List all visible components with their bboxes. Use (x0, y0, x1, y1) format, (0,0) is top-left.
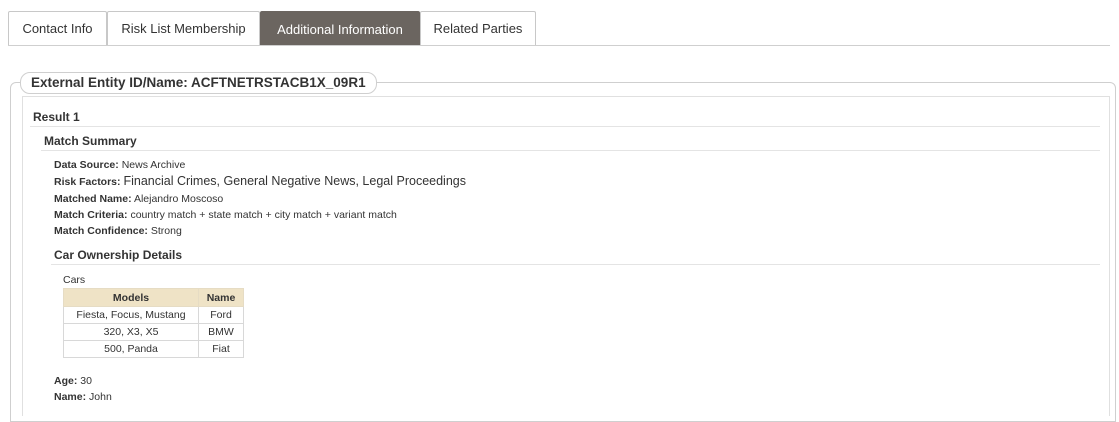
name-cell: Ford (198, 306, 244, 324)
table-row: 500, Panda Fiat (63, 340, 244, 358)
matched-name-value: Alejandro Moscoso (133, 193, 224, 205)
name-cell: BMW (198, 323, 244, 341)
table-row: 320, X3, X5 BMW (63, 323, 244, 341)
age-label: Age: (54, 375, 78, 387)
result-title: Result 1 (33, 110, 80, 124)
match-confidence-label: Match Confidence: (54, 225, 148, 237)
table-row: Fiesta, Focus, Mustang Ford (63, 306, 244, 324)
entity-legend: External Entity ID/Name: ACFTNETRSTACB1X… (20, 72, 377, 94)
name-label: Name: (54, 391, 87, 403)
match-criteria-value: country match + state match + city match… (130, 209, 397, 221)
match-summary-divider (41, 150, 1100, 151)
match-criteria-row: Match Criteria: country match + state ma… (54, 209, 397, 221)
cars-label: Cars (63, 274, 86, 286)
tab-bar: Contact Info Risk List Membership Additi… (0, 0, 1119, 48)
name-cell: Fiat (198, 340, 244, 358)
name-row: Name: John (54, 391, 112, 403)
column-header-models: Models (63, 288, 199, 307)
cars-table: Models Name Fiesta, Focus, Mustang Ford … (63, 288, 244, 358)
matched-name-row: Matched Name: Alejandro Moscoso (54, 193, 223, 205)
risk-factors-row: Risk Factors: Financial Crimes, General … (54, 174, 466, 188)
tab-contact-info[interactable]: Contact Info (8, 11, 107, 45)
car-ownership-heading: Car Ownership Details (54, 248, 183, 262)
car-ownership-divider (51, 264, 1100, 265)
data-source-row: Data Source: News Archive (54, 159, 185, 171)
result-panel (22, 96, 1110, 416)
age-row: Age: 30 (54, 375, 92, 387)
result-divider (30, 126, 1100, 127)
match-criteria-label: Match Criteria: (54, 209, 128, 221)
data-source-label: Data Source: (54, 159, 119, 171)
models-cell: 500, Panda (63, 340, 199, 358)
age-value: 30 (80, 375, 92, 387)
table-header-row: Models Name (63, 288, 244, 307)
models-cell: Fiesta, Focus, Mustang (63, 306, 199, 324)
match-summary-heading: Match Summary (44, 134, 137, 148)
name-value: John (89, 391, 112, 403)
tab-bar-divider (8, 45, 1110, 46)
matched-name-label: Matched Name: (54, 193, 132, 205)
column-header-name: Name (198, 288, 244, 307)
tab-risk-list-membership[interactable]: Risk List Membership (107, 11, 260, 45)
risk-factors-label: Risk Factors: (54, 176, 121, 188)
match-confidence-value: Strong (150, 225, 182, 237)
data-source-value: News Archive (121, 159, 186, 171)
tab-related-parties[interactable]: Related Parties (420, 11, 536, 45)
match-confidence-row: Match Confidence: Strong (54, 225, 182, 237)
models-cell: 320, X3, X5 (63, 323, 199, 341)
tab-additional-information[interactable]: Additional Information (260, 11, 420, 46)
risk-factors-value: Financial Crimes, General Negative News,… (123, 174, 466, 188)
